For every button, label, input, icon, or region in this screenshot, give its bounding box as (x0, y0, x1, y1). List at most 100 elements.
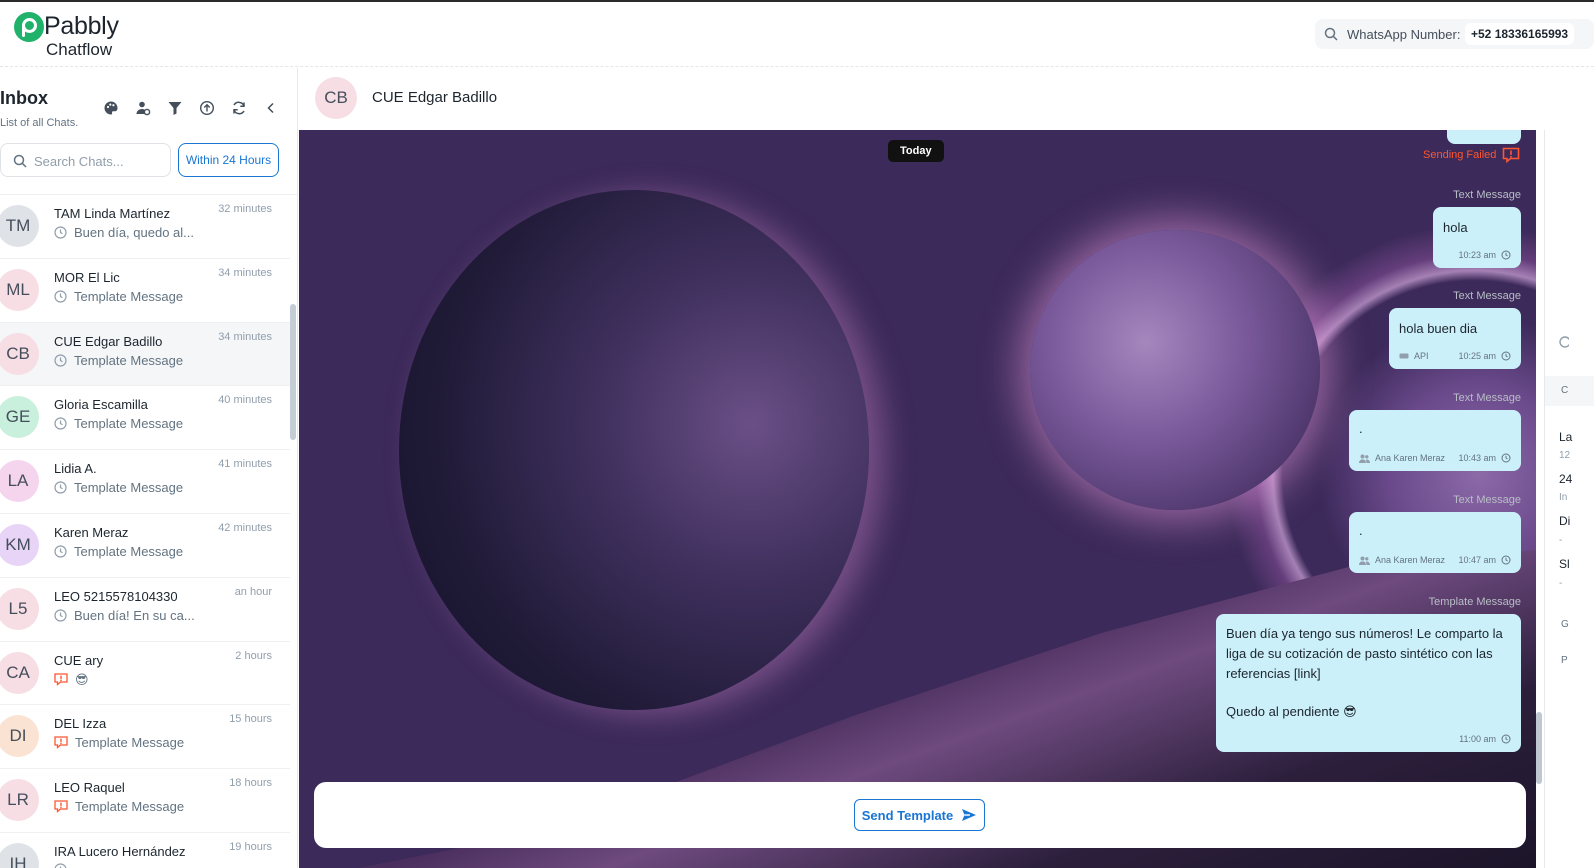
search-chats-input[interactable] (34, 150, 164, 172)
chat-list-item[interactable]: TM TAM Linda Martínez 32 minutes Buen día, … (0, 195, 290, 259)
chat-list-item[interactable]: CB CUE Edgar Badillo 34 minutes Template Me… (0, 322, 290, 387)
message-composer: Send Template (314, 782, 1526, 848)
chat-time: 15 hours (229, 713, 272, 726)
panel-section-header: C (1545, 376, 1594, 406)
chat-name: MOR El Lic (54, 269, 120, 285)
message-bubble[interactable]: . Ana Karen Meraz 10:43 am (1349, 410, 1521, 471)
clock-icon (1501, 555, 1511, 565)
filter-icon[interactable] (159, 98, 191, 118)
chat-time: 2 hours (235, 649, 272, 662)
alert-message-icon (54, 736, 68, 750)
clock-icon (54, 417, 67, 430)
clock-icon (54, 290, 67, 303)
chat-preview-text: Template Message (74, 416, 184, 432)
chat-preview-text: Template Message (75, 735, 185, 751)
chat-preview: Template Message (54, 735, 184, 750)
message-bubble[interactable]: Buen día ya tengo sus números! Le compar… (1216, 614, 1521, 752)
panel-text: C (1561, 385, 1569, 396)
search-chats-field[interactable] (0, 143, 171, 177)
chat-list-item[interactable]: DI DEL Izza 15 hours Template Message (0, 705, 290, 770)
chat-scrollbar[interactable] (1536, 712, 1542, 784)
chat-preview: Template Message (54, 289, 183, 304)
chat-list-item[interactable]: IH IRA Lucero Hernández 19 hours (0, 833, 290, 868)
brand-logo[interactable]: Pabbly Chatflow (14, 12, 134, 60)
brand-name: Pabbly (44, 12, 119, 40)
avatar: KM (0, 523, 39, 566)
alert-message-icon (54, 673, 68, 686)
app-header: Pabbly Chatflow WhatsApp Number: +52 183… (0, 2, 1594, 67)
message-time: 10:43 am (1458, 453, 1496, 463)
panel-text: Di (1559, 514, 1571, 528)
whatsapp-number-label: WhatsApp Number: (1347, 27, 1461, 42)
alert-message-icon[interactable] (1502, 147, 1520, 163)
avatar: L5 (0, 587, 39, 630)
chat-name: LEO 5215578104330 (54, 588, 178, 604)
send-template-label: Send Template (861, 807, 954, 823)
message-bubble[interactable]: hola 10:23 am (1433, 207, 1521, 268)
sending-failed-status: Sending Failed (1423, 147, 1520, 163)
chat-preview-text: Buen día, quedo al... (74, 225, 194, 240)
refresh-icon[interactable] (223, 98, 255, 118)
users-icon (1359, 454, 1370, 463)
avatar: CB (0, 332, 39, 375)
chat-list-item[interactable]: LR LEO Raquel 18 hours Template Message (0, 769, 290, 833)
message-bubble[interactable]: hola buen dia API 10:25 am (1389, 308, 1521, 369)
pabbly-logo-icon (14, 12, 44, 42)
palette-icon[interactable] (95, 98, 127, 118)
avatar: GE (0, 396, 39, 439)
chat-name: Karen Meraz (54, 524, 129, 540)
message-text: hola buen dia (1399, 321, 1478, 336)
alert-message-icon (54, 800, 68, 814)
chat-header: CB CUE Edgar Badillo (299, 68, 1594, 130)
chat-preview: Buen día! En su ca... (54, 608, 195, 623)
clock-icon (54, 226, 67, 239)
chat-list-item[interactable]: KM Karen Meraz 42 minutes Template Message (0, 514, 290, 578)
clock-icon (54, 545, 67, 558)
message-bubble-partial (1447, 130, 1521, 144)
panel-icon[interactable] (1559, 336, 1569, 348)
inbox-toolbar (95, 98, 287, 118)
panel-text: G (1561, 619, 1569, 630)
message-time: 10:25 am (1458, 351, 1496, 361)
message-text: Quedo al pendiente 😎 (1226, 704, 1357, 719)
contact-name[interactable]: CUE Edgar Badillo (372, 89, 497, 106)
user-assign-icon[interactable] (127, 98, 159, 118)
users-icon (1359, 556, 1370, 565)
sending-failed-label: Sending Failed (1423, 149, 1497, 161)
message-type-label: Text Message (1453, 189, 1521, 201)
clock-icon (1501, 351, 1511, 361)
avatar: ML (0, 268, 39, 311)
chat-name: DEL Izza (54, 716, 107, 732)
send-template-button[interactable]: Send Template (854, 799, 985, 831)
contact-avatar[interactable]: CB (315, 77, 357, 119)
within-24-hours-button[interactable]: Within 24 Hours (178, 143, 279, 177)
message-meta: 11:00 am (1459, 734, 1511, 744)
chevron-left-icon[interactable] (255, 98, 287, 118)
chat-name: Lidia A. (54, 461, 97, 477)
chat-name: LEO Raquel (54, 780, 125, 796)
message-text: . (1359, 421, 1363, 436)
chat-list-item[interactable]: L5 LEO 5215578104330 an hour Buen día! En s… (0, 578, 290, 642)
sidebar-scrollbar[interactable] (290, 304, 296, 440)
chat-list-item[interactable]: ML MOR El Lic 34 minutes Template Message (0, 259, 290, 323)
contact-details-panel: C La 12 24 In Di - Sl - G P (1544, 130, 1594, 868)
chat-time: 42 minutes (218, 521, 272, 534)
message-sender: Ana Karen Meraz (1375, 555, 1446, 565)
chat-list-item[interactable]: LA Lidia A. 41 minutes Template Message (0, 450, 290, 514)
panel-text: Sl (1559, 557, 1570, 571)
upload-icon[interactable] (191, 98, 223, 118)
chat-preview: Template Message (54, 480, 183, 495)
whatsapp-number-selector[interactable]: WhatsApp Number: +52 18336165993 (1315, 19, 1594, 49)
chat-preview-text: Template Message (74, 543, 184, 559)
chat-preview-text: Template Message (74, 288, 184, 304)
brand-subname: Chatflow (46, 40, 113, 59)
chat-list-item[interactable]: GE Gloria Escamilla 40 minutes Template Mes… (0, 386, 290, 451)
send-icon (962, 809, 977, 821)
chat-preview-text: Template Message (74, 352, 184, 368)
chat-list-item[interactable]: CA CUE ary 2 hours 😎 (0, 642, 290, 706)
whatsapp-number-value: +52 18336165993 (1465, 23, 1575, 45)
avatar: IH (0, 842, 39, 868)
avatar: TM (0, 205, 39, 247)
avatar: LA (0, 460, 39, 503)
message-bubble[interactable]: . Ana Karen Meraz 10:47 am (1349, 512, 1521, 573)
